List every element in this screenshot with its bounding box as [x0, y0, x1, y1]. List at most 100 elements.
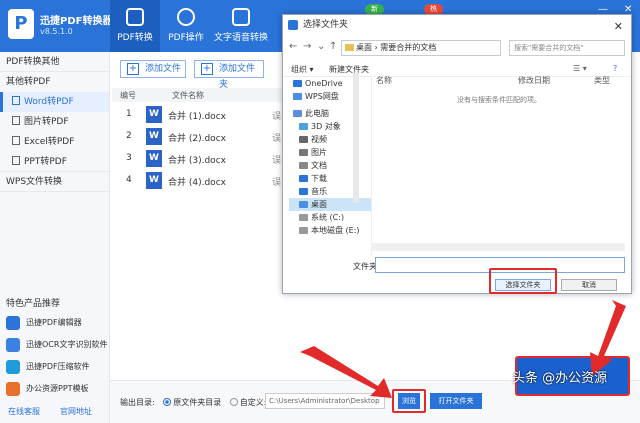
pdf-editor-icon — [6, 315, 20, 330]
music-icon — [299, 188, 308, 195]
col-modified[interactable]: 修改日期 — [518, 75, 550, 86]
image-icon — [12, 116, 20, 125]
nav-label: 音乐 — [311, 187, 327, 196]
speech-icon — [232, 8, 250, 26]
row-status: 误 — [272, 178, 282, 188]
nav-item-drive-e[interactable]: 本地磁盘 (E:) — [289, 224, 371, 237]
help-icon[interactable]: ? — [613, 64, 617, 73]
featured-label: 办公资源PPT模板 — [26, 384, 89, 393]
tab-text-speech[interactable]: 文字语音转换 — [212, 0, 270, 52]
radio-source-folder[interactable]: 原文件夹目录 — [163, 398, 221, 407]
featured-label: 迅捷PDF压缩软件 — [26, 362, 90, 371]
ocr-icon — [6, 337, 20, 352]
cube-icon — [299, 123, 308, 130]
table-row[interactable]: 1 W 合并 (1).docx 误 — [112, 104, 282, 126]
nav-label: 图片 — [311, 148, 327, 157]
select-folder-dialog: 选择文件夹 ✕ ← → ⌄ ↑ 桌面 › 需要合并的文档 搜索"需要合并的文档"… — [282, 14, 632, 294]
col-name[interactable]: 名称 — [376, 75, 392, 86]
dialog-cancel-button[interactable]: 取消 — [561, 279, 617, 291]
sidebar-group-wps[interactable]: WPS文件转换 — [0, 172, 109, 192]
recent-dropdown-icon[interactable]: ⌄ — [317, 41, 325, 52]
radio-custom[interactable]: 自定义: — [229, 398, 267, 407]
ppt-icon — [12, 156, 20, 165]
convert-icon — [126, 8, 144, 26]
sidebar-item-excel-to-pdf[interactable]: Excel转PDF — [0, 132, 109, 152]
featured-ocr[interactable]: 迅捷OCR文字识别软件 — [6, 336, 107, 354]
row-filename: 合并 (1).docx — [168, 112, 226, 122]
view-options-icon[interactable]: ☰ ▾ — [573, 64, 587, 73]
sidebar-group-pdf-to-other[interactable]: PDF转换其他 — [0, 52, 109, 72]
forward-icon[interactable]: → — [303, 41, 311, 52]
col-filename: 文件名称 — [172, 91, 204, 100]
featured-label: 迅捷PDF编辑器 — [26, 318, 82, 327]
online-service-link[interactable]: 在线客服 — [8, 406, 40, 417]
sidebar-item-label: 图片转PDF — [24, 117, 69, 127]
computer-icon — [293, 110, 302, 117]
row-filename: 合并 (4).docx — [168, 178, 226, 188]
nav-label: 桌面 — [311, 200, 327, 209]
cloud-icon — [293, 93, 302, 100]
sidebar-item-ppt-to-pdf[interactable]: PPT转PDF — [0, 152, 109, 172]
nav-scrollbar[interactable] — [353, 73, 359, 203]
output-label: 输出目录: — [120, 398, 155, 407]
sidebar-item-word-to-pdf[interactable]: Word转PDF — [0, 92, 109, 112]
dialog-close-icon[interactable]: ✕ — [614, 17, 623, 37]
tab-pdf-operate[interactable]: PDF操作 — [162, 0, 210, 52]
sidebar-group-other-to-pdf[interactable]: 其他转PDF — [0, 72, 109, 92]
app-name: 迅捷PDF转换器 — [40, 16, 113, 27]
website-link[interactable]: 官网地址 — [60, 406, 92, 417]
featured-pdf-compress[interactable]: 迅捷PDF压缩软件 — [6, 358, 90, 376]
nav-label: 系统 (C:) — [311, 213, 345, 222]
address-bar[interactable]: 桌面 › 需要合并的文档 — [341, 40, 501, 56]
breadcrumb-desktop[interactable]: 桌面 — [356, 43, 372, 52]
organize-menu[interactable]: 组织 ▾ — [291, 64, 314, 75]
sidebar-item-image-to-pdf[interactable]: 图片转PDF — [0, 112, 109, 132]
horizontal-scrollbar[interactable] — [371, 243, 625, 251]
back-icon[interactable]: ← — [289, 41, 297, 52]
col-type[interactable]: 类型 — [594, 75, 610, 86]
tab-label: PDF转换 — [117, 33, 153, 43]
row-number: 4 — [126, 175, 132, 185]
tab-pdf-convert[interactable]: PDF转换 — [110, 0, 160, 52]
row-number: 2 — [126, 131, 132, 141]
folder-icon — [345, 44, 354, 51]
add-file-button[interactable]: + 添加文件 — [120, 60, 186, 78]
table-row[interactable]: 4 W 合并 (4).docx 误 — [112, 170, 282, 192]
open-folder-button[interactable]: 打开文件夹 — [430, 393, 482, 409]
sidebar: PDF转换其他 其他转PDF Word转PDF 图片转PDF Excel转PDF… — [0, 52, 110, 423]
drive-icon — [299, 227, 308, 234]
new-folder-button[interactable]: 新建文件夹 — [329, 64, 369, 75]
featured-ppt-template[interactable]: 办公资源PPT模板 — [6, 380, 89, 398]
document-icon — [299, 162, 308, 169]
nav-label: 文档 — [311, 161, 327, 170]
featured-pdf-editor[interactable]: 迅捷PDF编辑器 — [6, 314, 82, 332]
word-file-icon: W — [146, 106, 162, 123]
file-table-header: 编号 文件名称 — [112, 88, 282, 102]
up-icon[interactable]: ↑ — [329, 41, 337, 52]
dialog-search-input[interactable]: 搜索"需要合并的文档" — [509, 40, 625, 56]
row-status: 误 — [272, 112, 282, 122]
desktop-icon — [299, 201, 308, 208]
nav-label: 下载 — [311, 174, 327, 183]
nav-label: 本地磁盘 (E:) — [311, 226, 360, 235]
breadcrumb-folder[interactable]: 需要合并的文档 — [380, 43, 436, 52]
operate-icon — [177, 8, 195, 26]
add-folder-button[interactable]: + 添加文件夹 — [194, 60, 264, 90]
row-status: 误 — [272, 156, 282, 166]
drive-icon — [299, 214, 308, 221]
table-row[interactable]: 2 W 合并 (2).docx 误 — [112, 126, 282, 148]
nav-item-drive-c[interactable]: 系统 (C:) — [289, 211, 371, 224]
sidebar-item-label: Word转PDF — [24, 97, 74, 107]
cloud-icon — [293, 80, 302, 87]
radio-label: 自定义: — [239, 398, 267, 407]
word-file-icon: W — [146, 172, 162, 189]
excel-icon — [12, 136, 20, 145]
output-path-field[interactable]: C:\Users\Administrator\Desktop — [265, 393, 385, 409]
download-icon — [299, 175, 308, 182]
dialog-command-bar: 组织 ▾ 新建文件夹 ☰ ▾ ? — [283, 61, 631, 77]
plus-icon: + — [127, 63, 139, 75]
table-row[interactable]: 3 W 合并 (3).docx 误 — [112, 148, 282, 170]
add-file-label: 添加文件 — [145, 64, 182, 74]
featured-label: 迅捷OCR文字识别软件 — [26, 340, 108, 349]
app-version: v8.5.1.0 — [40, 27, 73, 36]
